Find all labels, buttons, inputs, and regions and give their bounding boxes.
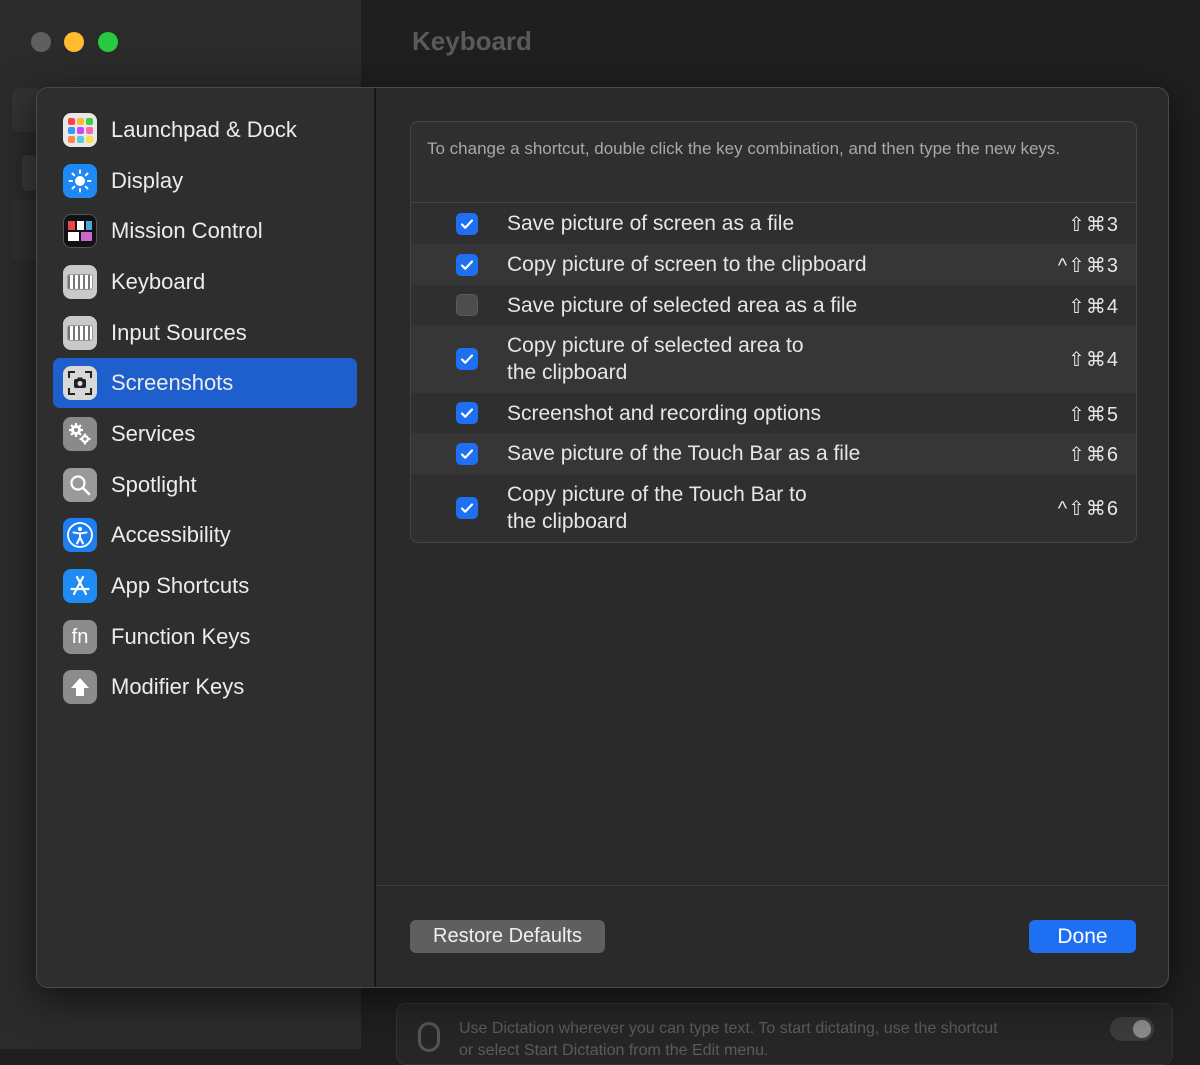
shortcut-row[interactable]: Copy picture of selected area to the cli… (411, 325, 1136, 393)
sidebar-item-services[interactable]: Services (53, 409, 357, 459)
shortcut-row[interactable]: Save picture of selected area as a file … (411, 285, 1136, 325)
sidebar-item-modifier-keys[interactable]: Modifier Keys (53, 662, 357, 712)
checkbox[interactable] (456, 254, 478, 276)
sidebar-item-label: Display (111, 168, 184, 193)
window-title: Keyboard (412, 26, 532, 56)
sidebar-item-app-shortcuts[interactable]: App Shortcuts (53, 561, 357, 611)
mission-control-icon (63, 214, 97, 248)
shortcut-keys[interactable]: ⇧⌘3 (1068, 212, 1119, 237)
keyboard-shortcuts-sheet: Launchpad & Dock Display Mission Control… (36, 87, 1169, 988)
sidebar-item-input-sources[interactable]: Input Sources (53, 308, 357, 358)
sidebar-item-screenshots[interactable]: Screenshots (53, 358, 357, 408)
fn-icon: fn (63, 620, 97, 654)
checkbox[interactable] (456, 213, 478, 235)
sidebar-item-label: Screenshots (111, 370, 234, 395)
sidebar-item-label: Mission Control (111, 218, 263, 243)
checkmark-icon (460, 449, 474, 459)
camera-icon (63, 366, 97, 400)
shortcut-label-line2: the clipboard (507, 510, 628, 533)
checkbox[interactable] (456, 402, 478, 424)
sidebar-item-label: Input Sources (111, 320, 247, 345)
checkbox[interactable] (456, 348, 478, 370)
shortcut-row[interactable]: Copy picture of the Touch Bar to the cli… (411, 474, 1136, 542)
shortcut-row[interactable]: Save picture of the Touch Bar as a file … (411, 433, 1136, 474)
shortcut-row[interactable]: Copy picture of screen to the clipboard … (411, 244, 1136, 285)
sidebar-item-label: Accessibility (111, 522, 231, 547)
sidebar-item-launchpad-dock[interactable]: Launchpad & Dock (53, 105, 357, 155)
sidebar-item-label: Function Keys (111, 624, 251, 649)
dictation-toggle[interactable] (1110, 1017, 1154, 1041)
sidebar-item-label: Launchpad & Dock (111, 117, 297, 142)
shortcuts-list-panel: To change a shortcut, double click the k… (410, 121, 1137, 543)
shortcut-keys[interactable]: ⇧⌘4 (1068, 294, 1119, 319)
sidebar-item-label: App Shortcuts (111, 573, 250, 598)
sidebar-item-label: Keyboard (111, 269, 206, 294)
checkmark-icon (460, 354, 474, 364)
sidebar-item-label: Spotlight (111, 472, 197, 497)
close-window-button[interactable] (31, 32, 51, 52)
done-button[interactable]: Done (1029, 920, 1136, 953)
shortcut-row[interactable]: Screenshot and recording options ⇧⌘5 (411, 393, 1136, 433)
shortcut-label: Screenshot and recording options (507, 402, 822, 425)
keyboard-icon (63, 265, 97, 299)
checkmark-icon (460, 503, 474, 513)
shortcut-label: Save picture of selected area as a file (507, 294, 858, 317)
magnifier-icon (63, 468, 97, 502)
sidebar-item-keyboard[interactable]: Keyboard (53, 257, 357, 307)
shortcut-keys[interactable]: ⇧⌘5 (1068, 402, 1119, 427)
launchpad-icon (63, 113, 97, 147)
shortcut-row[interactable]: Save picture of screen as a file ⇧⌘3 (411, 203, 1136, 244)
help-text: To change a shortcut, double click the k… (427, 139, 1061, 158)
sidebar-item-function-keys[interactable]: fn Function Keys (53, 612, 357, 662)
shortcut-label-line2: the clipboard (507, 361, 628, 384)
shortcut-label: Save picture of screen as a file (507, 212, 795, 235)
keyboard-icon (63, 316, 97, 350)
background-sidebar-item (12, 200, 38, 260)
footer-divider (376, 885, 1168, 886)
sidebar-item-accessibility[interactable]: Accessibility (53, 510, 357, 560)
up-arrow-icon (63, 670, 97, 704)
dictation-description-line2: or select Start Dictation from the Edit … (459, 1042, 769, 1059)
sidebar-item-mission-control[interactable]: Mission Control (53, 206, 357, 256)
dictation-description: Use Dictation wherever you can type text… (459, 1020, 998, 1037)
sidebar-item-label: Services (111, 421, 196, 446)
shortcut-label: Copy picture of the Touch Bar to (507, 483, 807, 506)
restore-defaults-button[interactable]: Restore Defaults (410, 920, 605, 953)
shortcut-label: Copy picture of screen to the clipboard (507, 253, 867, 276)
checkmark-icon (460, 408, 474, 418)
gears-icon (63, 417, 97, 451)
minimize-window-button[interactable] (64, 32, 84, 52)
checkmark-icon (460, 260, 474, 270)
shortcut-keys[interactable]: ^⇧⌘6 (1058, 496, 1119, 521)
accessibility-icon (63, 518, 97, 552)
shortcut-label: Save picture of the Touch Bar as a file (507, 442, 861, 465)
checkbox[interactable] (456, 294, 478, 316)
checkbox[interactable] (456, 443, 478, 465)
checkbox[interactable] (456, 497, 478, 519)
sidebar-item-label: Modifier Keys (111, 674, 245, 699)
checkmark-icon (460, 219, 474, 229)
shortcuts-sidebar: Launchpad & Dock Display Mission Control… (37, 88, 376, 987)
zoom-window-button[interactable] (98, 32, 118, 52)
sidebar-item-spotlight[interactable]: Spotlight (53, 460, 357, 510)
sun-icon (63, 164, 97, 198)
microphone-icon (418, 1022, 440, 1052)
app-store-icon (63, 569, 97, 603)
shortcut-keys[interactable]: ⇧⌘4 (1068, 347, 1119, 372)
shortcut-keys[interactable]: ⇧⌘6 (1068, 442, 1119, 467)
shortcut-keys[interactable]: ^⇧⌘3 (1058, 253, 1119, 278)
sidebar-item-display[interactable]: Display (53, 156, 357, 206)
shortcut-label: Copy picture of selected area to (507, 334, 804, 357)
